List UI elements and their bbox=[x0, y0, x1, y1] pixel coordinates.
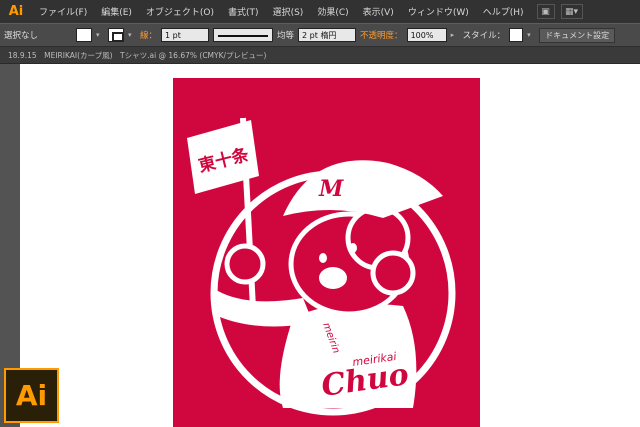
muzzle bbox=[319, 267, 347, 289]
menu-edit[interactable]: 編集(E) bbox=[94, 5, 139, 18]
stroke-label[interactable]: 線： bbox=[140, 29, 157, 41]
ball bbox=[224, 243, 266, 285]
arrange-documents-button[interactable]: ▦▾ bbox=[560, 4, 583, 19]
opacity-field[interactable]: 100% bbox=[406, 28, 447, 42]
menu-object[interactable]: オブジェクト(O) bbox=[139, 5, 221, 18]
menu-type[interactable]: 書式(T) bbox=[221, 5, 266, 18]
variable-width-profile[interactable] bbox=[213, 28, 274, 42]
chevron-down-icon[interactable]: ▾ bbox=[96, 28, 104, 42]
fill-swatch[interactable] bbox=[76, 28, 93, 42]
eye-right bbox=[349, 243, 357, 253]
stroke-weight-field[interactable]: 1 pt bbox=[161, 28, 210, 42]
eye-left bbox=[319, 253, 327, 263]
chevron-down-icon[interactable]: ▾ bbox=[128, 28, 136, 42]
document-tab-bar: 18.9.15 MEIRIKAI(カープ風) Tシャツ.ai @ 16.67% … bbox=[0, 47, 640, 64]
brush-definition-field[interactable]: 2 pt 楕円 bbox=[298, 28, 357, 42]
menu-window[interactable]: ウィンドウ(W) bbox=[401, 5, 476, 18]
menu-file[interactable]: ファイル(F) bbox=[32, 5, 94, 18]
opacity-label[interactable]: 不透明度： bbox=[360, 29, 403, 41]
stroke-profile-label: 均等 bbox=[277, 31, 295, 41]
bridge-button[interactable]: ▣ bbox=[536, 4, 555, 19]
tshirt-artwork[interactable]: 東十条 M meirikai Chuo meirin bbox=[173, 78, 480, 427]
style-label: スタイル： bbox=[462, 31, 506, 41]
menu-effect[interactable]: 効果(C) bbox=[310, 5, 355, 18]
menu-help[interactable]: ヘルプ(H) bbox=[476, 5, 531, 18]
control-panel: 選択なし ▾ ▾ 線： 1 pt 均等 2 pt 楕円 不透明度： 100% ▸… bbox=[0, 23, 640, 47]
style-swatch[interactable] bbox=[509, 28, 524, 42]
document-setup-button[interactable]: ドキュメント設定 bbox=[539, 27, 616, 43]
menu-bar: Ai ファイル(F) 編集(E) オブジェクト(O) 書式(T) 選択(S) 効… bbox=[0, 0, 640, 23]
menu-select[interactable]: 選択(S) bbox=[266, 5, 311, 18]
cap-letter: M bbox=[318, 176, 344, 202]
chevron-right-icon[interactable]: ▸ bbox=[451, 28, 459, 42]
chevron-down-icon[interactable]: ▾ bbox=[527, 28, 535, 42]
illustrator-logo: Ai bbox=[4, 368, 59, 423]
app-logo: Ai bbox=[8, 4, 24, 19]
selection-status: 選択なし bbox=[4, 31, 39, 41]
stroke-swatch[interactable] bbox=[108, 28, 125, 42]
document-tab[interactable]: 18.9.15 MEIRIKAI(カープ風) Tシャツ.ai @ 16.67% … bbox=[8, 50, 266, 61]
menu-view[interactable]: 表示(V) bbox=[356, 5, 401, 18]
